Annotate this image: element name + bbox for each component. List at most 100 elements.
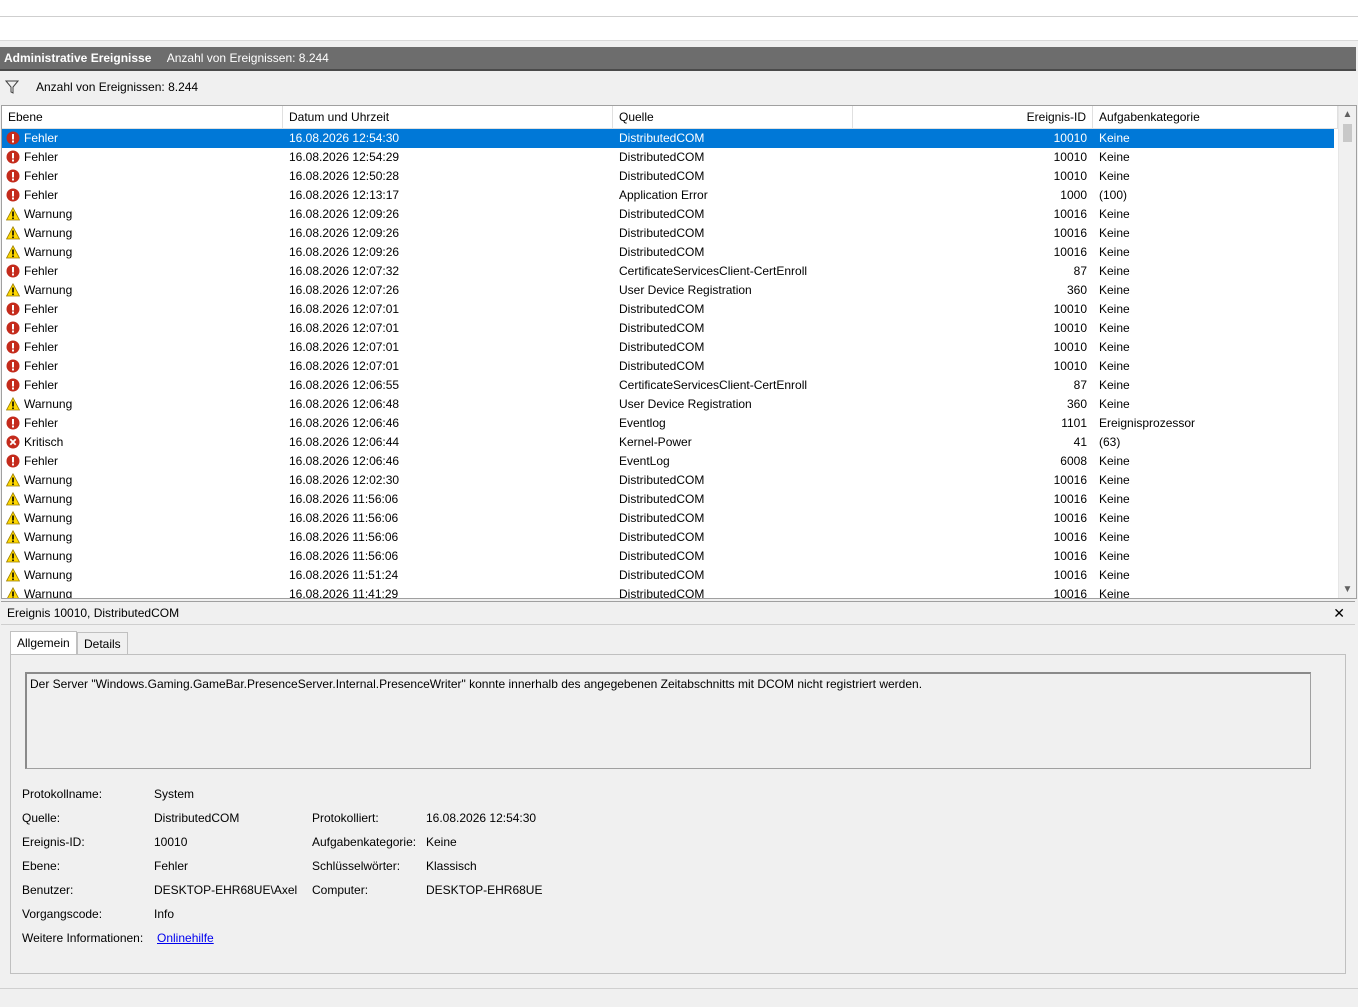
cell-category: Keine [1099, 169, 1130, 183]
cell-source: DistributedCOM [619, 530, 705, 544]
cell-category: Keine [1099, 131, 1130, 145]
cell-category: Keine [1099, 283, 1130, 297]
scroll-up-icon[interactable]: ▲ [1339, 106, 1356, 123]
cell-date: 16.08.2026 11:56:06 [289, 530, 399, 544]
label-logged: Protokolliert: [312, 811, 379, 825]
label-opcode: Vorgangscode: [22, 907, 103, 921]
warning-icon [6, 471, 22, 490]
cell-source: DistributedCOM [619, 321, 705, 335]
cell-category: Keine [1099, 378, 1130, 392]
cell-source: DistributedCOM [619, 549, 705, 563]
column-header-category[interactable]: Aufgabenkategorie [1093, 106, 1338, 128]
cell-category: Keine [1099, 397, 1130, 411]
value-logged: 16.08.2026 12:54:30 [426, 811, 537, 825]
cell-category: Keine [1099, 302, 1130, 316]
cell-date: 16.08.2026 12:06:46 [289, 416, 400, 430]
cell-level: Fehler [24, 169, 59, 183]
table-row[interactable]: Fehler 16.08.2026 12:07:01 DistributedCOM 1… [2, 300, 1334, 319]
cell-level: Warnung [24, 511, 73, 525]
table-row[interactable]: Fehler 16.08.2026 12:07:32 CertificateServ… [2, 262, 1334, 281]
value-log-name: System [154, 787, 195, 801]
cell-level: Fehler [24, 340, 59, 354]
event-message[interactable]: Der Server "Windows.Gaming.GameBar.Prese… [25, 672, 1311, 769]
cell-event-id: 10010 [1053, 359, 1087, 373]
close-icon[interactable]: ✕ [1333, 602, 1345, 624]
column-header-level[interactable]: Ebene [2, 106, 283, 128]
table-row[interactable]: Fehler 16.08.2026 12:54:29 DistributedCOM 1… [2, 148, 1334, 167]
table-row[interactable]: Warnung 16.08.2026 11:56:06 DistributedCOM… [2, 528, 1334, 547]
cell-date: 16.08.2026 12:07:26 [289, 283, 400, 297]
table-row[interactable]: Warnung 16.08.2026 12:09:26 DistributedCOM… [2, 224, 1334, 243]
view-title-bar: Administrative Ereignisse Anzahl von Ere… [0, 47, 1356, 71]
cell-event-id: 360 [1066, 283, 1087, 297]
table-row[interactable]: Fehler 16.08.2026 12:07:01 DistributedCOM 1… [2, 357, 1334, 376]
event-list[interactable]: Ebene Datum und Uhrzeit Quelle Ereignis-… [1, 105, 1357, 599]
cell-source: Eventlog [619, 416, 666, 430]
cell-level: Fehler [24, 264, 59, 278]
cell-category: Keine [1099, 568, 1130, 582]
table-row[interactable]: Warnung 16.08.2026 11:56:06 DistributedCOM… [2, 490, 1334, 509]
cell-level: Warnung [24, 549, 73, 563]
column-header-event-id[interactable]: Ereignis-ID [853, 106, 1093, 128]
value-event-id: 10010 [154, 835, 188, 849]
table-row[interactable]: Fehler 16.08.2026 12:07:01 DistributedCOM 1… [2, 338, 1334, 357]
cell-event-id: 10010 [1053, 340, 1087, 354]
vertical-scrollbar[interactable]: ▲ ▼ [1338, 106, 1356, 598]
error-icon [6, 186, 22, 205]
cell-source: User Device Registration [619, 283, 752, 297]
cell-category: Keine [1099, 530, 1130, 544]
cell-date: 16.08.2026 12:07:01 [289, 340, 400, 354]
column-header-source[interactable]: Quelle [613, 106, 853, 128]
table-row[interactable]: Warnung 16.08.2026 11:41:29 DistributedCOM… [2, 585, 1334, 598]
table-row[interactable]: Warnung 16.08.2026 12:07:26 User Device Re… [2, 281, 1334, 300]
scroll-down-icon[interactable]: ▼ [1339, 581, 1356, 598]
table-row[interactable]: Warnung 16.08.2026 12:02:30 DistributedCOM… [2, 471, 1334, 490]
table-row[interactable]: Fehler 16.08.2026 12:50:28 DistributedCOM 1… [2, 167, 1334, 186]
cell-event-id: 10016 [1053, 549, 1087, 563]
column-header-date[interactable]: Datum und Uhrzeit [283, 106, 613, 128]
online-help-link[interactable]: Onlinehilfe [157, 931, 214, 945]
table-row[interactable]: Fehler 16.08.2026 12:54:30 DistributedCOM 1… [2, 129, 1334, 148]
cell-category: Keine [1099, 321, 1130, 335]
cell-level: Fehler [24, 131, 59, 145]
table-row[interactable]: Warnung 16.08.2026 11:56:06 DistributedCOM… [2, 509, 1334, 528]
filter-icon[interactable] [5, 80, 19, 94]
table-row[interactable]: Warnung 16.08.2026 12:09:26 DistributedCOM… [2, 243, 1334, 262]
cell-date: 16.08.2026 11:56:06 [289, 492, 399, 506]
scroll-thumb[interactable] [1343, 124, 1352, 142]
table-row[interactable]: Warnung 16.08.2026 12:06:48 User Device Re… [2, 395, 1334, 414]
table-row[interactable]: Warnung 16.08.2026 11:56:06 DistributedCOM… [2, 547, 1334, 566]
error-icon [6, 452, 22, 471]
table-row[interactable]: Fehler 16.08.2026 12:07:01 DistributedCOM 1… [2, 319, 1334, 338]
error-icon [6, 338, 22, 357]
tab-general[interactable]: Allgemein [10, 631, 77, 655]
cell-date: 16.08.2026 11:56:06 [289, 511, 399, 525]
table-row[interactable]: Fehler 16.08.2026 12:06:55 CertificateServ… [2, 376, 1334, 395]
cell-source: DistributedCOM [619, 511, 705, 525]
table-row[interactable]: Fehler 16.08.2026 12:06:46 Eventlog 1101 Ere… [2, 414, 1334, 433]
cell-source: EventLog [619, 454, 670, 468]
cell-source: DistributedCOM [619, 359, 705, 373]
cell-date: 16.08.2026 12:07:01 [289, 321, 400, 335]
cell-source: DistributedCOM [619, 207, 705, 221]
cell-source: DistributedCOM [619, 568, 705, 582]
table-row[interactable]: Warnung 16.08.2026 12:09:26 DistributedCOM… [2, 205, 1334, 224]
cell-source: DistributedCOM [619, 340, 705, 354]
cell-category: Keine [1099, 359, 1130, 373]
cell-category: Keine [1099, 150, 1130, 164]
cell-date: 16.08.2026 12:02:30 [289, 473, 400, 487]
cell-level: Warnung [24, 530, 73, 544]
cell-category: Keine [1099, 549, 1130, 563]
cell-source: DistributedCOM [619, 150, 705, 164]
filter-count: Anzahl von Ereignissen: 8.244 [36, 80, 199, 94]
cell-event-id: 41 [1073, 435, 1087, 449]
cell-level: Warnung [24, 568, 73, 582]
error-icon [6, 357, 22, 376]
table-row[interactable]: Kritisch 16.08.2026 12:06:44 Kernel-Power 4… [2, 433, 1334, 452]
cell-source: CertificateServicesClient-CertEnroll [619, 378, 808, 392]
tab-details[interactable]: Details [77, 632, 128, 655]
table-row[interactable]: Warnung 16.08.2026 11:51:24 DistributedCOM… [2, 566, 1334, 585]
cell-date: 16.08.2026 12:54:30 [289, 131, 400, 145]
table-row[interactable]: Fehler 16.08.2026 12:13:17 Application Err… [2, 186, 1334, 205]
table-row[interactable]: Fehler 16.08.2026 12:06:46 EventLog 6008 Kei… [2, 452, 1334, 471]
